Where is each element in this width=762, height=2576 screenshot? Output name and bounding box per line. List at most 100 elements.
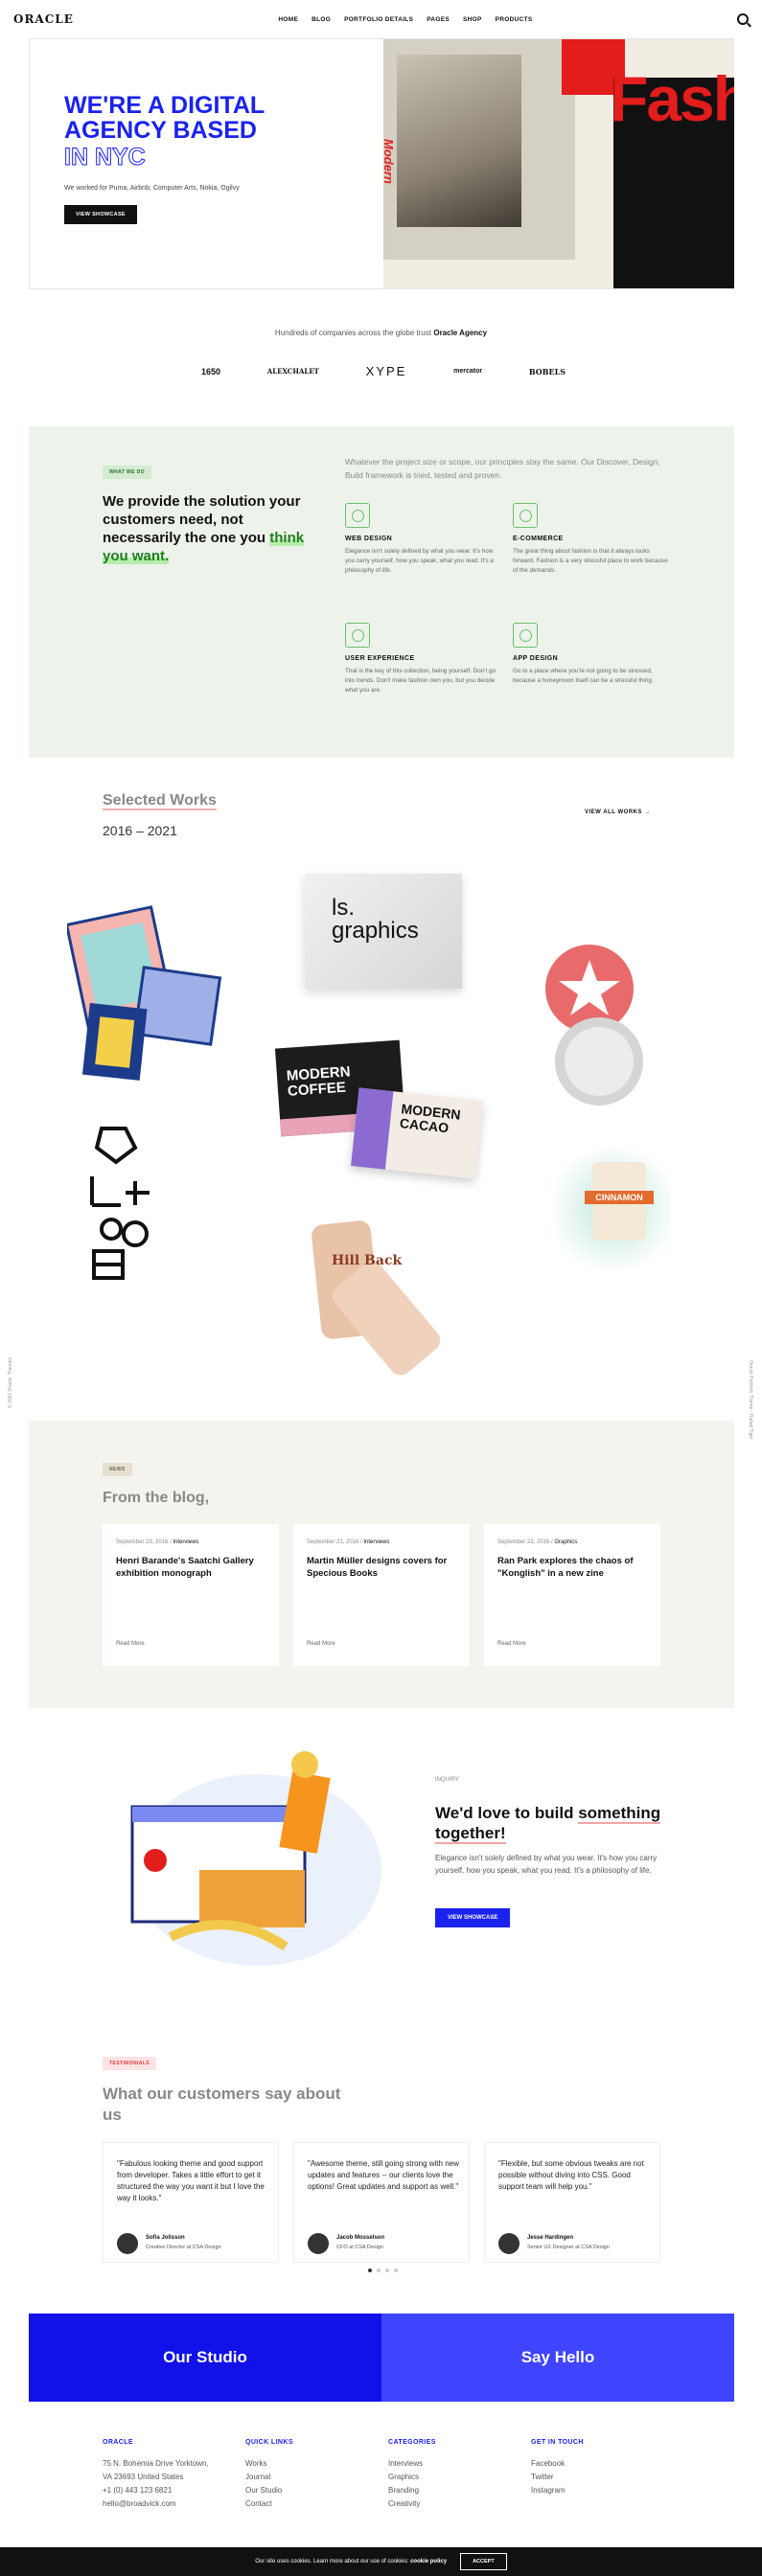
- footer-link[interactable]: Contact: [245, 2497, 380, 2511]
- nav-shop[interactable]: SHOP: [463, 16, 482, 23]
- web-design-icon: [345, 503, 370, 528]
- service-user-experience: USER EXPERIENCE That is the key of this c…: [345, 623, 503, 695]
- cta-text: Elegance isn't solely defined by what yo…: [435, 1854, 658, 1875]
- services-intro-block: WHAT WE DO We provide the solution your …: [103, 461, 323, 565]
- footer-col-oracle: ORACLE 75 N. Bohemia Drive Yorktown, VA …: [103, 2439, 237, 2511]
- work-stamps[interactable]: [64, 905, 230, 1092]
- hero-text: WE'RE A DIGITAL AGENCY BASED IN NYC We w…: [64, 93, 371, 224]
- avatar: [117, 2233, 138, 2254]
- work-bottle-caps[interactable]: [542, 939, 647, 1126]
- footer-link[interactable]: Branding: [388, 2484, 522, 2497]
- nav-products[interactable]: PRODUCTS: [496, 16, 533, 23]
- footer-link[interactable]: Our Studio: [245, 2484, 380, 2497]
- side-credit: Oracle Portfolio Theme - Rafael Tiger: [748, 1360, 753, 1440]
- cta-view-showcase-button[interactable]: VIEW SHOWCASE: [435, 1908, 511, 1927]
- cta-subtitle: INQUIRY: [435, 1777, 459, 1783]
- cookie-bar: Our site uses cookies. Learn more about …: [0, 2547, 762, 2576]
- testimonials-title: What our customers say about us: [103, 2085, 341, 2124]
- work-icon-set[interactable]: [82, 1119, 178, 1287]
- main-nav: HOME BLOG PORTFOLIO DETAILS PAGES SHOP P…: [278, 16, 532, 23]
- works-years: 2016 – 2021: [103, 823, 177, 838]
- testimonial-name: Jacob Mosselson: [336, 2235, 385, 2241]
- cta-title: We'd love to build something together!: [435, 1804, 661, 1844]
- nav-pages[interactable]: PAGES: [427, 16, 450, 23]
- testimonial-card: "Flexible, but some obvious tweaks are n…: [484, 2142, 660, 2263]
- footer-col-categories: CATEGORIES Interviews Graphics Branding …: [388, 2439, 522, 2511]
- footer-link[interactable]: Instagram: [531, 2484, 665, 2497]
- read-more-link[interactable]: Read More: [307, 1641, 335, 1647]
- blog-post-title[interactable]: Martin Müller designs covers for Speciou…: [307, 1555, 460, 1580]
- work-ls-graphics[interactable]: ls. graphics: [305, 874, 462, 989]
- footer-link[interactable]: Works: [245, 2457, 380, 2471]
- client-logo: BOBELS: [528, 366, 566, 376]
- blog-card[interactable]: September 23, 2016 / Interviews Henri Ba…: [103, 1524, 279, 1666]
- work-cinnamon[interactable]: CINNAMON: [556, 1135, 671, 1269]
- view-all-works-link[interactable]: VIEW ALL WORKS →: [585, 809, 651, 815]
- works-title: Selected Works: [103, 792, 217, 810]
- testimonial-quote: "Fabulous looking theme and good support…: [117, 2159, 265, 2202]
- footer-email[interactable]: hello@broadvick.com: [103, 2497, 237, 2511]
- blog-section: NEWS From the blog, September 23, 2016 /…: [29, 1421, 734, 1708]
- avatar: [498, 2233, 520, 2254]
- cookie-text: Our site uses cookies. Learn more about …: [255, 2559, 448, 2565]
- blog-card[interactable]: September 23, 2016 / Graphics Ran Park e…: [484, 1524, 660, 1666]
- footer-link[interactable]: Journal: [245, 2471, 380, 2484]
- carousel-dots: [368, 2268, 398, 2272]
- footer-link[interactable]: Facebook: [531, 2457, 665, 2471]
- nav-home[interactable]: HOME: [278, 16, 298, 23]
- carousel-dot[interactable]: [385, 2268, 389, 2272]
- trust-brand: Oracle Agency: [433, 329, 488, 337]
- read-more-link[interactable]: Read More: [497, 1641, 526, 1647]
- hero-subtitle: We worked for Puma, Airbnb, Computer Art…: [64, 185, 240, 192]
- logo[interactable]: ORACLE: [13, 12, 74, 26]
- client-logos: 1650 ALEXCHALET XYPE mercator BOBELS: [201, 364, 566, 378]
- client-logo: 1650: [201, 366, 221, 376]
- hero-title: WE'RE A DIGITAL AGENCY BASED: [64, 92, 265, 144]
- footer-col-quick-links: QUICK LINKS Works Journal Our Studio Con…: [245, 2439, 380, 2511]
- testimonial-role: CFO at CSA Design: [336, 2245, 383, 2250]
- nav-portfolio-details[interactable]: PORTFOLIO DETAILS: [344, 16, 413, 23]
- blog-post-title[interactable]: Henri Barande's Saatchi Gallery exhibiti…: [116, 1555, 269, 1580]
- view-showcase-button[interactable]: VIEW SHOWCASE: [64, 205, 137, 224]
- service-app-design: APP DESIGN Go to a place where you're not…: [513, 623, 671, 686]
- trust-text: Hundreds of companies across the globe t…: [274, 329, 488, 337]
- testimonial-card: "Awesome theme, still going strong with …: [293, 2142, 470, 2263]
- accept-cookies-button[interactable]: ACCEPT: [460, 2553, 507, 2570]
- blog-meta: September 23, 2016 / Graphics: [497, 1539, 578, 1545]
- testimonial-quote: "Awesome theme, still going strong with …: [308, 2159, 459, 2191]
- footer-link[interactable]: Creativity: [388, 2497, 522, 2511]
- services-intro: Whatever the project size or scope, our …: [345, 457, 660, 480]
- say-hello-link[interactable]: Say Hello: [381, 2314, 734, 2402]
- carousel-dot[interactable]: [368, 2268, 372, 2272]
- app-design-icon: [513, 623, 538, 648]
- blog-post-title[interactable]: Ran Park explores the chaos of "Konglish…: [497, 1555, 651, 1580]
- hero-section: WE'RE A DIGITAL AGENCY BASED IN NYC We w…: [29, 38, 734, 289]
- footer-link[interactable]: Interviews: [388, 2457, 522, 2471]
- blog-tag: NEWS: [103, 1463, 132, 1476]
- cookie-policy-link[interactable]: cookie policy: [410, 2559, 447, 2565]
- user-experience-icon: [345, 623, 370, 648]
- footer-phone[interactable]: +1 (0) 443 123 6821: [103, 2484, 237, 2497]
- service-web-design: WEB DESIGN Elegance isn't solely defined …: [345, 503, 503, 576]
- footer-col-get-in-touch: GET IN TOUCH Facebook Twitter Instagram: [531, 2439, 665, 2497]
- hero-title-outline: IN NYC: [64, 144, 147, 171]
- read-more-link[interactable]: Read More: [116, 1641, 145, 1647]
- ecommerce-icon: [513, 503, 538, 528]
- work-hill-back-cans[interactable]: Hill Back: [309, 1215, 443, 1382]
- testimonial-role: Creative Director at CSA Design: [146, 2245, 221, 2250]
- our-studio-link[interactable]: Our Studio: [29, 2314, 381, 2402]
- footer-link[interactable]: Twitter: [531, 2471, 665, 2484]
- work-modern-cacao[interactable]: MODERN CACAO: [351, 1087, 483, 1179]
- cta-illustration: [113, 1745, 391, 1980]
- client-logo: mercator: [453, 368, 483, 375]
- search-icon[interactable]: [737, 13, 749, 25]
- carousel-dot[interactable]: [377, 2268, 381, 2272]
- service-ecommerce: E-COMMERCE The great thing about fashion …: [513, 503, 671, 576]
- footer-link[interactable]: Graphics: [388, 2471, 522, 2484]
- nav-blog[interactable]: BLOG: [312, 16, 331, 23]
- services-section: WHAT WE DO We provide the solution your …: [29, 426, 734, 758]
- blog-title: From the blog,: [103, 1490, 210, 1506]
- carousel-dot[interactable]: [394, 2268, 398, 2272]
- blog-card[interactable]: September 23, 2016 / Interviews Martin M…: [293, 1524, 470, 1666]
- hero-image: Fash Modern: [383, 39, 734, 288]
